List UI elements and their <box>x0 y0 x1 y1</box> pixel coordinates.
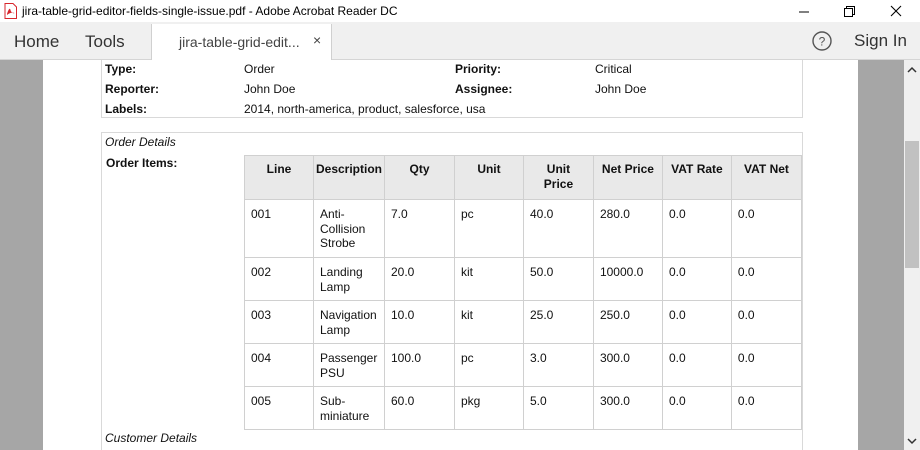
table-cell: kit <box>453 257 524 301</box>
column-header: Description <box>312 155 386 200</box>
table-cell: 300.0 <box>592 343 663 387</box>
table-cell: 0.0 <box>661 386 732 430</box>
table-cell: 0.0 <box>661 199 732 258</box>
order-details-box: Order Details Order Items: Line Descript… <box>101 132 803 450</box>
table-cell: pkg <box>453 386 524 430</box>
table-cell: 0.0 <box>730 199 803 258</box>
column-header: Unit Price <box>522 155 594 200</box>
title-bar: jira-table-grid-editor-fields-single-iss… <box>0 0 920 22</box>
table-cell: 10.0 <box>384 300 455 344</box>
order-items-table: Line Description Qty Unit Unit Price Net… <box>244 155 803 430</box>
table-cell: 25.0 <box>522 300 594 344</box>
minimize-icon <box>798 11 809 12</box>
table-cell: kit <box>453 300 524 344</box>
table-cell: 40.0 <box>522 199 594 258</box>
table-cell: 250.0 <box>592 300 663 344</box>
issue-fields-box: Type: Order Priority: Critical Reporter:… <box>101 60 803 118</box>
column-header: VAT Rate <box>661 155 732 200</box>
table-cell: 005 <box>244 386 314 430</box>
table-cell: 004 <box>244 343 314 387</box>
close-window-button[interactable] <box>873 0 919 22</box>
type-label: Type: <box>105 62 137 76</box>
table-cell: Anti-Collision Strobe <box>312 199 386 258</box>
assignee-value: John Doe <box>595 82 647 96</box>
table-cell: 300.0 <box>592 386 663 430</box>
svg-text:?: ? <box>819 35 826 49</box>
vertical-scrollbar[interactable] <box>904 60 920 450</box>
column-header: Unit <box>453 155 524 200</box>
table-row: 003 Navigation Lamp 10.0 kit 25.0 250.0 … <box>244 300 803 344</box>
pdf-page: Type: Order Priority: Critical Reporter:… <box>43 60 858 450</box>
table-cell: pc <box>453 343 524 387</box>
table-cell: pc <box>453 199 524 258</box>
priority-label: Priority: <box>455 62 502 76</box>
scroll-down-icon[interactable] <box>904 434 920 448</box>
table-cell: Navigation Lamp <box>312 300 386 344</box>
order-details-title: Order Details <box>105 135 176 149</box>
table-cell: Passenger PSU <box>312 343 386 387</box>
table-cell: 0.0 <box>730 257 803 301</box>
restore-button[interactable] <box>826 0 872 22</box>
table-row: 001 Anti-Collision Strobe 7.0 pc 40.0 28… <box>244 199 803 258</box>
tab-close-icon[interactable]: × <box>313 32 321 48</box>
table-cell: 0.0 <box>661 257 732 301</box>
table-cell: Sub-miniature <box>312 386 386 430</box>
tools-menu[interactable]: Tools <box>85 32 125 52</box>
document-tab[interactable]: jira-table-grid-edit... × <box>151 24 332 60</box>
column-header: Line <box>244 155 314 200</box>
minimize-button[interactable] <box>781 0 827 22</box>
reporter-label: Reporter: <box>105 82 160 96</box>
document-tab-label: jira-table-grid-edit... <box>179 34 300 50</box>
priority-value: Critical <box>595 62 632 76</box>
table-cell: 0.0 <box>661 343 732 387</box>
table-cell: 0.0 <box>730 343 803 387</box>
help-icon[interactable]: ? <box>812 31 832 51</box>
table-cell: 7.0 <box>384 199 455 258</box>
table-row: 004 Passenger PSU 100.0 pc 3.0 300.0 0.0… <box>244 343 803 387</box>
table-cell: Landing Lamp <box>312 257 386 301</box>
table-row: 002 Landing Lamp 20.0 kit 50.0 10000.0 0… <box>244 257 803 301</box>
table-cell: 003 <box>244 300 314 344</box>
table-cell: 0.0 <box>730 300 803 344</box>
table-cell: 50.0 <box>522 257 594 301</box>
window-title: jira-table-grid-editor-fields-single-iss… <box>22 4 398 18</box>
labels-value: 2014, north-america, product, salesforce… <box>244 102 486 116</box>
restore-icon <box>843 5 855 17</box>
table-cell: 5.0 <box>522 386 594 430</box>
table-cell: 002 <box>244 257 314 301</box>
table-cell: 001 <box>244 199 314 258</box>
home-menu[interactable]: Home <box>14 32 59 52</box>
table-cell: 10000.0 <box>592 257 663 301</box>
sign-in-link[interactable]: Sign In <box>854 31 907 51</box>
customer-details-title: Customer Details <box>105 431 198 445</box>
labels-label: Labels: <box>105 102 148 116</box>
table-cell: 280.0 <box>592 199 663 258</box>
order-items-label: Order Items: <box>106 156 178 170</box>
column-header: Net Price <box>592 155 663 200</box>
table-header-row: Line Description Qty Unit Unit Price Net… <box>244 155 803 200</box>
table-cell: 20.0 <box>384 257 455 301</box>
table-cell: 0.0 <box>730 386 803 430</box>
table-cell: 100.0 <box>384 343 455 387</box>
scrollbar-thumb[interactable] <box>905 141 919 268</box>
type-value: Order <box>244 62 275 76</box>
column-header: VAT Net <box>730 155 803 200</box>
column-header: Qty <box>384 155 455 200</box>
table-cell: 60.0 <box>384 386 455 430</box>
menu-bar: Home Tools <box>0 22 920 60</box>
document-viewer[interactable]: Type: Order Priority: Critical Reporter:… <box>0 60 904 450</box>
scroll-up-icon[interactable] <box>904 63 920 77</box>
table-row: 005 Sub-miniature 60.0 pkg 5.0 300.0 0.0… <box>244 386 803 430</box>
pdf-file-icon <box>4 3 17 19</box>
assignee-label: Assignee: <box>455 82 513 96</box>
table-cell: 3.0 <box>522 343 594 387</box>
reporter-value: John Doe <box>244 82 296 96</box>
table-cell: 0.0 <box>661 300 732 344</box>
close-icon <box>890 5 902 17</box>
